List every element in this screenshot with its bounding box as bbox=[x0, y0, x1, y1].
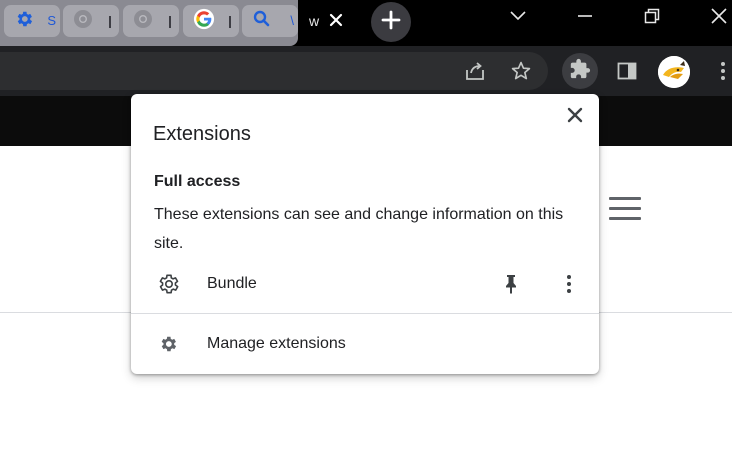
minimize-icon bbox=[577, 9, 593, 27]
manage-extensions-label: Manage extensions bbox=[207, 335, 346, 352]
close-icon bbox=[566, 107, 584, 128]
tab-chrome-1[interactable] bbox=[63, 5, 119, 37]
profile-avatar[interactable] bbox=[658, 56, 690, 88]
tab-active[interactable]: w bbox=[298, 0, 358, 46]
close-tab-icon[interactable] bbox=[327, 11, 345, 29]
side-panel-icon bbox=[616, 60, 638, 87]
toolbar bbox=[0, 46, 732, 96]
settings-gear-icon bbox=[158, 334, 178, 354]
tab-search[interactable]: \ bbox=[242, 5, 298, 37]
extension-name: Bundle bbox=[207, 275, 257, 292]
plus-icon bbox=[381, 10, 401, 35]
profile-avatar-image bbox=[658, 56, 690, 88]
close-icon bbox=[711, 7, 727, 29]
restore-window-icon bbox=[644, 8, 660, 29]
tab-strip: S \ w bbox=[0, 0, 732, 46]
tab-settings[interactable]: S bbox=[4, 5, 60, 37]
restore-button[interactable] bbox=[638, 6, 666, 30]
google-g-icon bbox=[193, 8, 215, 35]
share-button[interactable] bbox=[460, 58, 490, 88]
tab-label: S bbox=[47, 13, 56, 28]
extensions-popup: Extensions Full access These extensions … bbox=[131, 94, 599, 374]
settings-gear-icon bbox=[14, 9, 34, 34]
pin-icon[interactable] bbox=[501, 272, 521, 296]
tab-separator bbox=[169, 16, 171, 28]
close-window-button[interactable] bbox=[705, 6, 732, 30]
more-vertical-icon[interactable] bbox=[559, 272, 579, 296]
manage-extensions-button[interactable]: Manage extensions bbox=[131, 326, 599, 362]
minimize-button[interactable] bbox=[571, 6, 599, 30]
share-icon bbox=[464, 60, 486, 87]
chevron-down-icon bbox=[510, 9, 526, 27]
more-vertical-icon bbox=[720, 61, 726, 86]
tab-search-button[interactable] bbox=[504, 6, 532, 30]
close-popup-button[interactable] bbox=[566, 106, 584, 124]
search-magnifier-icon bbox=[252, 9, 272, 34]
puzzle-icon bbox=[569, 58, 591, 85]
chrome-favicon-icon bbox=[133, 9, 153, 34]
star-icon bbox=[510, 60, 532, 87]
tab-group: S \ bbox=[0, 0, 298, 46]
side-panel-button[interactable] bbox=[612, 58, 642, 88]
chrome-favicon-icon bbox=[73, 9, 93, 34]
tab-label: \ bbox=[290, 13, 294, 28]
full-access-heading: Full access bbox=[154, 173, 241, 190]
tab-chrome-2[interactable] bbox=[123, 5, 179, 37]
hamburger-menu-icon[interactable] bbox=[609, 197, 641, 221]
tab-separator bbox=[229, 16, 231, 28]
extensions-button[interactable] bbox=[562, 53, 598, 89]
bookmark-button[interactable] bbox=[506, 58, 536, 88]
active-tab-label: w bbox=[309, 13, 320, 29]
extension-row-bundle[interactable]: Bundle bbox=[131, 266, 599, 302]
gear-icon bbox=[156, 272, 180, 296]
tab-google[interactable] bbox=[183, 5, 239, 37]
new-tab-button[interactable] bbox=[371, 2, 411, 42]
full-access-description: These extensions can see and change info… bbox=[154, 206, 564, 252]
popup-title: Extensions bbox=[153, 123, 251, 145]
popup-divider bbox=[131, 313, 599, 314]
menu-button[interactable] bbox=[708, 58, 732, 88]
tab-separator bbox=[109, 16, 111, 28]
